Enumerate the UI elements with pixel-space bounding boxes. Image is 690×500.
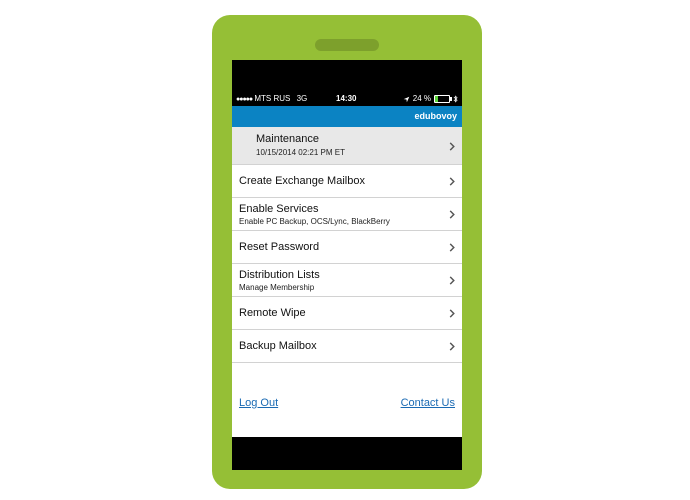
phone-frame: ●●●●● MTS RUS 3G 14:30 24 % edubovoy Mai… [212, 15, 482, 489]
menu-item-title: Create Exchange Mailbox [239, 175, 365, 187]
chevron-right-icon [449, 243, 455, 252]
status-right: 24 % [403, 92, 458, 106]
chevron-right-icon [449, 141, 455, 151]
user-header: edubovoy [232, 106, 462, 127]
network-type: 3G [296, 94, 308, 103]
status-bar: ●●●●● MTS RUS 3G 14:30 24 % [232, 92, 462, 106]
menu-item-create-exchange-mailbox[interactable]: Create Exchange Mailbox [232, 165, 462, 198]
contact-us-link[interactable]: Contact Us [401, 397, 455, 409]
main-content: Maintenance 10/15/2014 02:21 PM ET Creat… [232, 127, 462, 437]
menu-item-title: Remote Wipe [239, 307, 306, 319]
menu-item-maintenance[interactable]: Maintenance 10/15/2014 02:21 PM ET [232, 127, 462, 165]
menu-item-reset-password[interactable]: Reset Password [232, 231, 462, 264]
menu-item-remote-wipe[interactable]: Remote Wipe [232, 297, 462, 330]
signal-strength-icon: ●●●●● [236, 96, 253, 103]
menu-item-subtitle: Enable PC Backup, OCS/Lync, BlackBerry [239, 217, 390, 226]
menu-item-title: Maintenance [256, 133, 319, 145]
menu-list: Maintenance 10/15/2014 02:21 PM ET Creat… [232, 127, 462, 363]
chevron-right-icon [449, 276, 455, 285]
carrier-name: MTS RUS [254, 94, 291, 103]
chevron-right-icon [449, 210, 455, 219]
chevron-right-icon [449, 342, 455, 351]
menu-item-backup-mailbox[interactable]: Backup Mailbox [232, 330, 462, 363]
status-time: 14:30 [336, 94, 357, 103]
location-arrow-icon [403, 96, 410, 102]
logout-link[interactable]: Log Out [239, 397, 278, 409]
menu-item-subtitle: Manage Membership [239, 283, 315, 292]
chevron-right-icon [449, 309, 455, 318]
phone-speaker [315, 39, 379, 51]
battery-percent: 24 % [412, 94, 431, 103]
menu-item-title: Enable Services [239, 203, 319, 215]
menu-item-distribution-lists[interactable]: Distribution Lists Manage Membership [232, 264, 462, 297]
menu-item-title: Reset Password [239, 241, 320, 253]
footer-links: Log Out Contact Us [232, 397, 462, 417]
bluetooth-icon [453, 95, 458, 103]
status-left: ●●●●● MTS RUS 3G [236, 92, 307, 107]
menu-item-subtitle: 10/15/2014 02:21 PM ET [256, 148, 345, 157]
phone-screen: ●●●●● MTS RUS 3G 14:30 24 % edubovoy Mai… [232, 60, 462, 470]
battery-level [435, 96, 439, 102]
chevron-right-icon [449, 177, 455, 186]
menu-item-title: Distribution Lists [239, 269, 320, 281]
menu-item-title: Backup Mailbox [239, 340, 317, 352]
username-label: edubovoy [414, 111, 457, 121]
menu-item-enable-services[interactable]: Enable Services Enable PC Backup, OCS/Ly… [232, 198, 462, 231]
battery-icon [434, 95, 452, 103]
